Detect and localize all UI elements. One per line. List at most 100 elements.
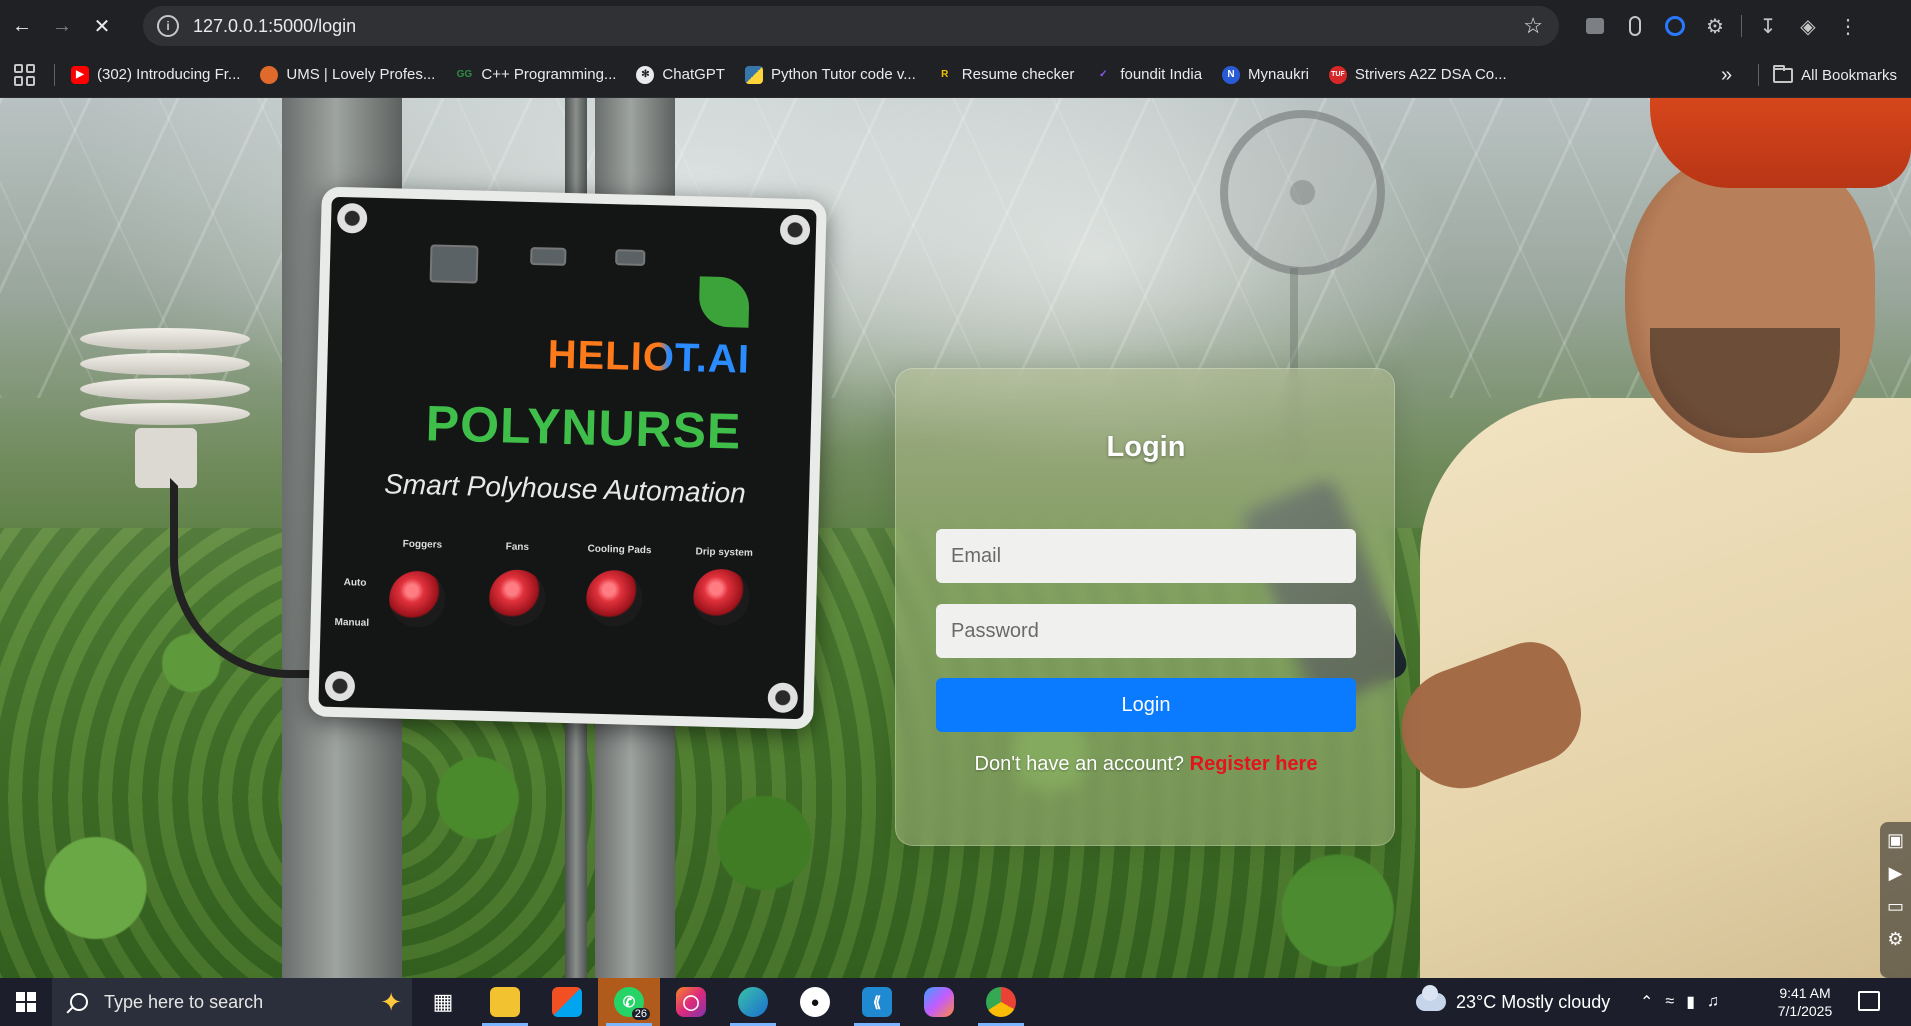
indicator-window (429, 244, 479, 284)
bookmark-mynaukri[interactable]: N Mynaukri (1222, 65, 1309, 84)
sensor-disc (80, 378, 250, 400)
taskbar-search[interactable]: Type here to search ✦ (52, 978, 412, 1026)
email-input[interactable] (936, 529, 1356, 583)
side-toolbar: ▣ ▶ ▭ ⚙ (1880, 822, 1911, 978)
red-switch (388, 570, 446, 628)
bookmark-label: ChatGPT (662, 66, 725, 83)
all-bookmarks-label[interactable]: All Bookmarks (1801, 67, 1897, 84)
back-icon[interactable]: ← (4, 8, 40, 44)
login-title: Login (1106, 431, 1186, 463)
whatsapp-icon[interactable]: ✆ 26 (598, 978, 660, 1026)
file-explorer-icon[interactable] (474, 978, 536, 1026)
battery-icon[interactable]: ▮ (1686, 992, 1695, 1012)
red-switch (488, 569, 547, 627)
window-icon[interactable]: ▭ (1887, 896, 1904, 917)
stop-loading-icon[interactable]: ✕ (84, 8, 120, 44)
edge-icon[interactable] (722, 978, 784, 1026)
login-button[interactable]: Login (936, 678, 1356, 732)
camera-icon[interactable]: ▣ (1887, 830, 1904, 851)
weather-sensor (80, 228, 370, 678)
download-icon[interactable]: ↧ (1748, 10, 1788, 42)
more-bookmarks-chevron-icon[interactable]: » (1721, 64, 1732, 87)
settings-gear-icon[interactable]: ⚙ (1887, 929, 1903, 950)
register-link[interactable]: Register here (1190, 753, 1318, 775)
bookmark-resume-checker[interactable]: R Resume checker (936, 66, 1075, 84)
forward-icon[interactable]: → (44, 8, 80, 44)
red-switch (585, 569, 644, 627)
bookmark-label: Resume checker (961, 66, 1075, 83)
bookmark-strivers[interactable]: TUF Strivers A2Z DSA Co... (1328, 65, 1507, 84)
bookmark-chatgpt[interactable]: ✻ ChatGPT (636, 65, 725, 84)
extension-mouse-icon[interactable] (1615, 10, 1655, 42)
extensions-puzzle-icon[interactable]: ⚙ (1695, 10, 1735, 42)
login-page: HELIOT.AI POLYNURSE Smart Polyhouse Auto… (0, 98, 1911, 978)
network-icon[interactable]: ≈ (1665, 993, 1674, 1011)
screw (336, 202, 368, 234)
notification-icon[interactable] (1858, 991, 1880, 1011)
bookmark-foundit[interactable]: ✓ foundit India (1094, 66, 1202, 84)
bookmark-youtube[interactable]: ▶ (302) Introducing Fr... (71, 65, 240, 84)
leaf-logo-icon (698, 276, 750, 328)
resume-icon: R (941, 69, 949, 80)
switch-label: Cooling Pads (587, 543, 652, 557)
instagram-icon[interactable]: ◯ (660, 978, 722, 1026)
browser-toolbar: ← → ✕ i 127.0.0.1:5000/login ☆ ⚙ ↧ ◈ ⋮ (0, 0, 1911, 52)
weather-widget[interactable]: 23°C Mostly cloudy (1416, 978, 1610, 1026)
site-info-icon[interactable]: i (157, 15, 179, 37)
register-prompt-text: Don't have an account? (974, 753, 1185, 775)
bookmark-ums[interactable]: UMS | Lovely Profes... (260, 65, 436, 84)
geeksforgeeks-icon: GG (456, 69, 473, 80)
clock[interactable]: 9:41 AM 7/1/2025 (1770, 984, 1840, 1020)
weather-text: 23°C Mostly cloudy (1456, 991, 1611, 1012)
youtube-icon: ▶ (71, 65, 89, 84)
apps-grid-icon[interactable] (14, 63, 36, 86)
chatgpt-icon: ✻ (636, 65, 655, 84)
search-icon (70, 993, 88, 1011)
password-input[interactable] (936, 604, 1356, 658)
bookmark-label: Strivers A2Z DSA Co... (1354, 66, 1507, 83)
copilot-sparkle-icon[interactable]: ✦ (380, 987, 402, 1018)
greenhouse-fan (1220, 110, 1385, 275)
bookmark-label: UMS | Lovely Profes... (286, 66, 436, 83)
bookmark-cpp[interactable]: GG C++ Programming... (455, 66, 617, 84)
control-box: HELIOT.AI POLYNURSE Smart Polyhouse Auto… (308, 186, 827, 730)
extension-tab-icon[interactable] (1575, 10, 1615, 42)
copilot-icon[interactable] (908, 978, 970, 1026)
windows-start-icon[interactable] (0, 978, 52, 1026)
address-bar[interactable]: i 127.0.0.1:5000/login ☆ (143, 6, 1559, 46)
volume-icon[interactable]: ♫ (1707, 993, 1719, 1011)
tray-chevron-icon[interactable]: ⌃ (1640, 992, 1653, 1012)
mode-label: Auto (343, 577, 367, 589)
switch-label: Foggers (402, 538, 443, 551)
taskbar: Type here to search ✦ ▦ ✆ 26 ◯ ● ⟪ 23°C … (0, 978, 1911, 1026)
bookmark-python-tutor[interactable]: Python Tutor code v... (744, 65, 916, 84)
sensor-disc (80, 353, 250, 375)
chrome-icon[interactable] (970, 978, 1032, 1026)
task-view-icon[interactable]: ▦ (412, 978, 474, 1026)
box-brand: HELIOT.AI (547, 332, 751, 382)
more-menu-icon[interactable]: ⋮ (1828, 10, 1868, 42)
screw (324, 670, 356, 702)
indicator-window (615, 249, 646, 266)
extension-ring-icon[interactable] (1655, 10, 1695, 42)
taskbar-search-placeholder: Type here to search (104, 991, 264, 1012)
screw (779, 214, 811, 246)
bookmarks-right: » All Bookmarks (1721, 52, 1897, 98)
folder-icon[interactable] (1773, 64, 1794, 83)
github-icon[interactable]: ● (784, 978, 846, 1026)
store-icon[interactable] (536, 978, 598, 1026)
cloud-icon (1416, 985, 1446, 1011)
indicator-window (530, 246, 567, 266)
profile-avatar-icon[interactable]: ◈ (1788, 10, 1828, 42)
sensor-disc (80, 403, 250, 425)
bookmark-star-icon[interactable]: ☆ (1523, 13, 1543, 39)
bookmarks-divider (1758, 64, 1760, 86)
box-product: POLYNURSE (425, 395, 743, 460)
vscode-icon[interactable]: ⟪ (846, 978, 908, 1026)
video-icon[interactable]: ▶ (1889, 863, 1903, 884)
login-card: Login Login Don't have an account? Regis… (895, 368, 1395, 846)
naukri-icon: N (1222, 65, 1241, 84)
bookmark-label: Mynaukri (1248, 66, 1309, 83)
box-tagline: Smart Polyhouse Automation (383, 468, 747, 509)
url-text[interactable]: 127.0.0.1:5000/login (193, 16, 356, 37)
